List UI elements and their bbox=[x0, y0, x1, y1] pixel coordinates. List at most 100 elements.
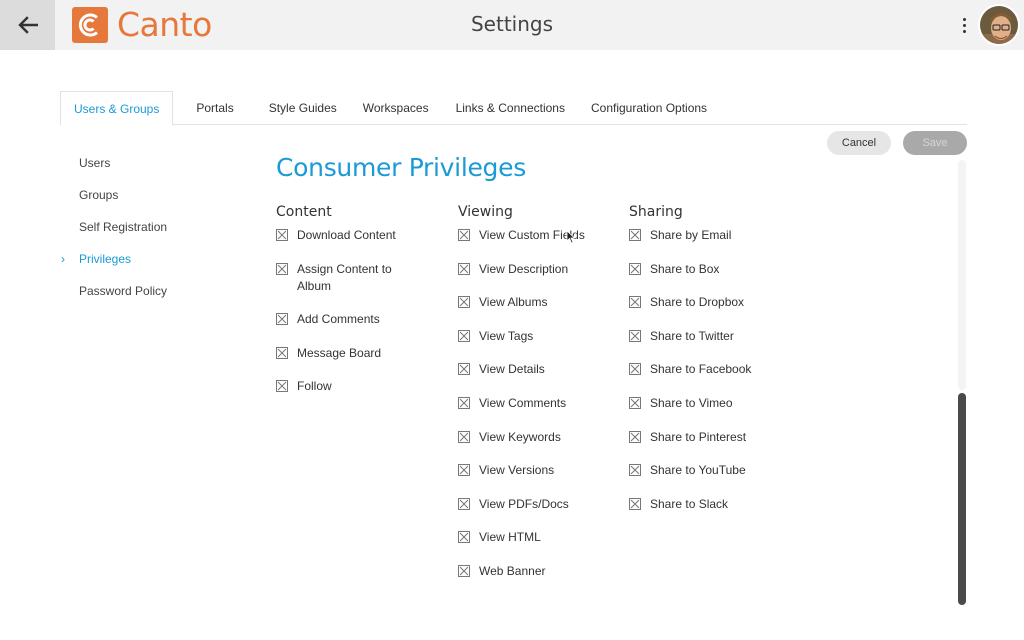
privilege-list: Share by Email Share to Box Share to Dropb… bbox=[629, 227, 779, 513]
privilege-checkbox-item[interactable]: Share by Email bbox=[629, 227, 779, 244]
checkbox-x-icon[interactable] bbox=[458, 329, 470, 342]
checkbox-x-icon[interactable] bbox=[629, 296, 641, 309]
privilege-checkbox-item[interactable]: Add Comments bbox=[276, 311, 401, 328]
scrollbar-track[interactable] bbox=[958, 160, 966, 390]
privilege-list: Download Content Assign Content to Album A… bbox=[276, 227, 426, 395]
privilege-checkbox-item[interactable]: Share to Slack bbox=[629, 496, 779, 513]
privilege-label: View Tags bbox=[479, 328, 534, 343]
user-avatar[interactable] bbox=[978, 4, 1020, 46]
sidenav-item-label: Users bbox=[79, 156, 111, 170]
cancel-button[interactable]: Cancel bbox=[827, 131, 891, 155]
settings-sidenav: Users Groups Self Registration › Privileg… bbox=[60, 150, 230, 310]
privilege-label: View Keywords bbox=[479, 429, 561, 444]
checkbox-x-icon[interactable] bbox=[458, 531, 470, 544]
page-heading: Consumer Privileges bbox=[276, 153, 526, 182]
sidenav-item-self-registration[interactable]: Self Registration bbox=[60, 214, 230, 246]
checkbox-x-icon[interactable] bbox=[629, 229, 641, 241]
checkbox-x-icon[interactable] bbox=[458, 296, 470, 309]
privilege-checkbox-item[interactable]: Share to Facebook bbox=[629, 361, 779, 378]
privilege-label: Share to Box bbox=[650, 261, 720, 276]
privilege-checkbox-item[interactable]: View Description bbox=[458, 261, 608, 278]
privilege-checkbox-item[interactable]: View Tags bbox=[458, 328, 608, 345]
checkbox-x-icon[interactable] bbox=[276, 262, 288, 275]
privilege-checkbox-item[interactable]: View Keywords bbox=[458, 429, 608, 446]
sidenav-item-label: Groups bbox=[79, 188, 119, 202]
privilege-checkbox-item[interactable]: View HTML bbox=[458, 529, 608, 546]
privilege-label: Follow bbox=[297, 379, 332, 394]
checkbox-x-icon[interactable] bbox=[629, 329, 641, 342]
viewing-privileges-column: Viewing View Custom Fields View Descripti… bbox=[458, 203, 608, 597]
privilege-label: View Description bbox=[479, 261, 569, 276]
privilege-checkbox-item[interactable]: View Albums bbox=[458, 294, 608, 311]
privilege-checkbox-item[interactable]: View Versions bbox=[458, 462, 608, 479]
logo-text: Canto bbox=[117, 5, 212, 44]
privilege-label: Message Board bbox=[297, 345, 382, 360]
sidenav-item-privileges[interactable]: › Privileges bbox=[60, 246, 230, 278]
checkbox-x-icon[interactable] bbox=[276, 380, 288, 393]
privilege-checkbox-item[interactable]: Message Board bbox=[276, 345, 401, 362]
checkbox-x-icon[interactable] bbox=[629, 497, 641, 510]
checkbox-x-icon[interactable] bbox=[458, 497, 470, 510]
settings-tabs: Users & Groups Portals Style Guides Work… bbox=[60, 91, 967, 126]
sidenav-item-groups[interactable]: Groups bbox=[60, 182, 230, 214]
column-title: Content bbox=[276, 204, 332, 220]
checkbox-x-icon[interactable] bbox=[458, 430, 470, 443]
canto-logo[interactable]: Canto bbox=[72, 7, 212, 43]
sidenav-item-password-policy[interactable]: Password Policy bbox=[60, 278, 230, 310]
privilege-checkbox-item[interactable]: View Custom Fields bbox=[458, 227, 608, 244]
privilege-label: Add Comments bbox=[297, 312, 380, 327]
tab-portals[interactable]: Portals bbox=[183, 91, 246, 125]
checkbox-x-icon[interactable] bbox=[458, 564, 470, 577]
privilege-checkbox-item[interactable]: Web Banner bbox=[458, 563, 608, 580]
tab-workspaces[interactable]: Workspaces bbox=[350, 91, 442, 125]
privilege-checkbox-item[interactable]: View Details bbox=[458, 361, 608, 378]
privilege-checkbox-item[interactable]: View PDFs/Docs bbox=[458, 496, 608, 513]
scrollbar-thumb[interactable] bbox=[958, 393, 966, 605]
checkbox-x-icon[interactable] bbox=[458, 396, 470, 409]
top-bar: Canto Settings bbox=[0, 0, 1024, 50]
privilege-label: View Versions bbox=[479, 463, 555, 478]
checkbox-x-icon[interactable] bbox=[629, 262, 641, 275]
privilege-checkbox-item[interactable]: Assign Content to Album bbox=[276, 261, 401, 295]
privilege-checkbox-item[interactable]: Share to Twitter bbox=[629, 328, 779, 345]
back-button[interactable] bbox=[0, 0, 55, 50]
privilege-checkbox-item[interactable]: Follow bbox=[276, 378, 401, 395]
privilege-checkbox-item[interactable]: View Comments bbox=[458, 395, 608, 412]
privilege-checkbox-item[interactable]: Share to YouTube bbox=[629, 462, 779, 479]
tab-style-guides[interactable]: Style Guides bbox=[256, 91, 350, 125]
column-title: Sharing bbox=[629, 204, 683, 220]
privilege-label: Share to Dropbox bbox=[650, 295, 745, 310]
checkbox-x-icon[interactable] bbox=[458, 363, 470, 376]
checkbox-x-icon[interactable] bbox=[458, 464, 470, 477]
privilege-label: Web Banner bbox=[479, 563, 546, 578]
tab-links-connections[interactable]: Links & Connections bbox=[443, 91, 578, 125]
checkbox-x-icon[interactable] bbox=[629, 363, 641, 376]
privilege-label: Share to Twitter bbox=[650, 328, 734, 343]
privilege-checkbox-item[interactable]: Share to Dropbox bbox=[629, 294, 779, 311]
privilege-checkbox-item[interactable]: Share to Pinterest bbox=[629, 429, 779, 446]
tab-configuration-options[interactable]: Configuration Options bbox=[578, 91, 720, 125]
checkbox-x-icon[interactable] bbox=[458, 229, 470, 241]
column-title: Viewing bbox=[458, 204, 513, 220]
privilege-label: View Albums bbox=[479, 295, 548, 310]
checkbox-x-icon[interactable] bbox=[276, 313, 288, 326]
save-button[interactable]: Save bbox=[903, 131, 967, 155]
checkbox-x-icon[interactable] bbox=[276, 229, 288, 241]
sidenav-item-users[interactable]: Users bbox=[60, 150, 230, 182]
content-privileges-column: Content Download Content Assign Content t… bbox=[276, 203, 426, 412]
privilege-checkbox-item[interactable]: Share to Box bbox=[629, 261, 779, 278]
tab-users-groups[interactable]: Users & Groups bbox=[60, 91, 174, 126]
checkbox-x-icon[interactable] bbox=[629, 464, 641, 477]
privilege-label: Share by Email bbox=[650, 228, 732, 242]
checkbox-x-icon[interactable] bbox=[276, 346, 288, 359]
privilege-checkbox-item[interactable]: Download Content bbox=[276, 227, 401, 244]
privilege-label: Share to Pinterest bbox=[650, 429, 747, 444]
more-vertical-icon[interactable] bbox=[958, 14, 970, 36]
privilege-list: View Custom Fields View Description View A… bbox=[458, 227, 608, 580]
checkbox-x-icon[interactable] bbox=[629, 396, 641, 409]
privilege-label: Download Content bbox=[297, 228, 396, 242]
checkbox-x-icon[interactable] bbox=[458, 262, 470, 275]
privilege-checkbox-item[interactable]: Share to Vimeo bbox=[629, 395, 779, 412]
checkbox-x-icon[interactable] bbox=[629, 430, 641, 443]
privilege-label: View PDFs/Docs bbox=[479, 496, 569, 511]
